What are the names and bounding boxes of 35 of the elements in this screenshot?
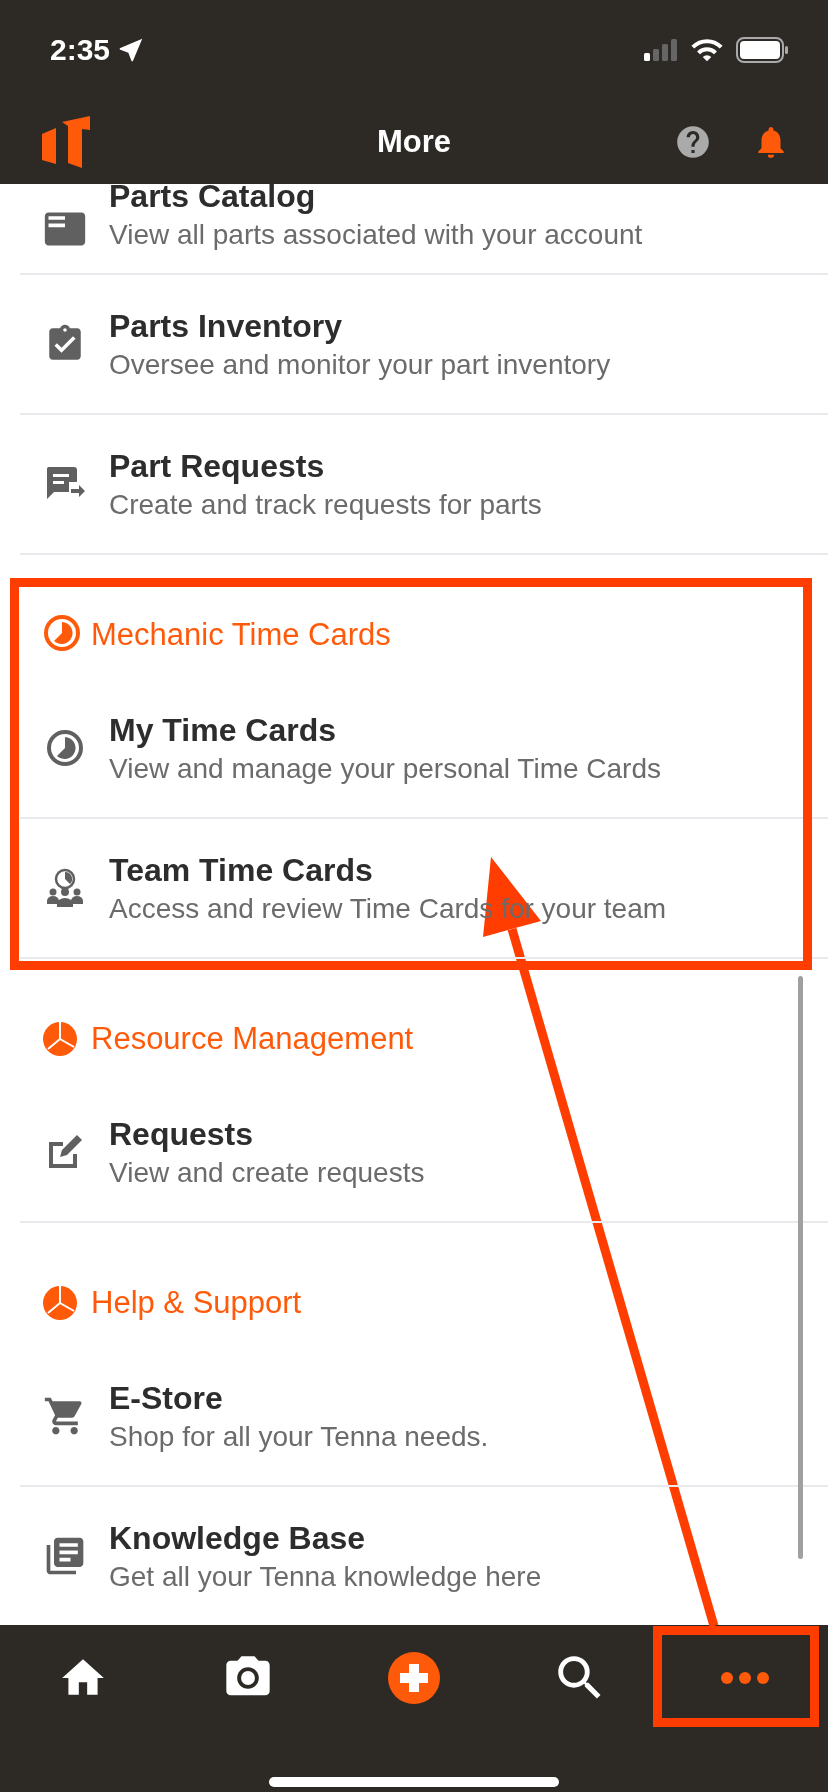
add-icon bbox=[388, 1652, 440, 1704]
section-heading: Help & Support bbox=[91, 1285, 302, 1321]
section-heading: Resource Management bbox=[91, 1021, 414, 1057]
clock-icon bbox=[42, 613, 82, 653]
item-description: View all parts associated with your account bbox=[109, 219, 643, 251]
logo-icon[interactable] bbox=[42, 116, 92, 168]
item-description: Create and track requests for parts bbox=[109, 488, 542, 521]
item-title: Knowledge Base bbox=[109, 1519, 367, 1557]
item-title: Requests bbox=[109, 1115, 255, 1153]
menu-item[interactable]: Part Requests Create and track requests for parts bbox=[20, 415, 828, 555]
battery-icon bbox=[736, 37, 788, 63]
section-heading: Mechanic Time Cards bbox=[91, 617, 391, 653]
item-description: View and create requests bbox=[109, 1156, 425, 1189]
item-title: My Time Cards bbox=[109, 711, 338, 749]
item-description: View and manage your personal Time Cards bbox=[109, 752, 661, 785]
item-title: Parts Catalog bbox=[109, 184, 317, 215]
signal-icon bbox=[644, 39, 678, 61]
page-title: More bbox=[376, 124, 452, 160]
item-description: Oversee and monitor your part inventory bbox=[109, 348, 611, 381]
pie-chart-icon bbox=[42, 1285, 78, 1321]
menu-item[interactable]: Parts Catalog View all parts associated with your account bbox=[20, 184, 828, 275]
item-description: Get all your Tenna knowledge here bbox=[109, 1560, 542, 1593]
menu-item[interactable]: My Time Cards View and manage your personal Time Cards bbox=[20, 679, 828, 819]
menu-item[interactable]: Parts Inventory Oversee and monitor your part inventory bbox=[20, 275, 828, 415]
item-title: Part Requests bbox=[109, 447, 326, 485]
team-icon bbox=[45, 867, 84, 909]
clock-icon bbox=[44, 728, 85, 768]
item-title: Team Time Cards bbox=[109, 851, 374, 889]
item-title: E-Store bbox=[109, 1379, 224, 1417]
status-time: 2:35 bbox=[50, 33, 111, 67]
item-description: Shop for all your Tenna needs. bbox=[109, 1420, 489, 1453]
more-icon bbox=[720, 1671, 771, 1685]
help-icon[interactable] bbox=[674, 123, 712, 161]
item-title: Parts Inventory bbox=[109, 307, 343, 345]
pie-chart-icon bbox=[42, 1021, 78, 1057]
